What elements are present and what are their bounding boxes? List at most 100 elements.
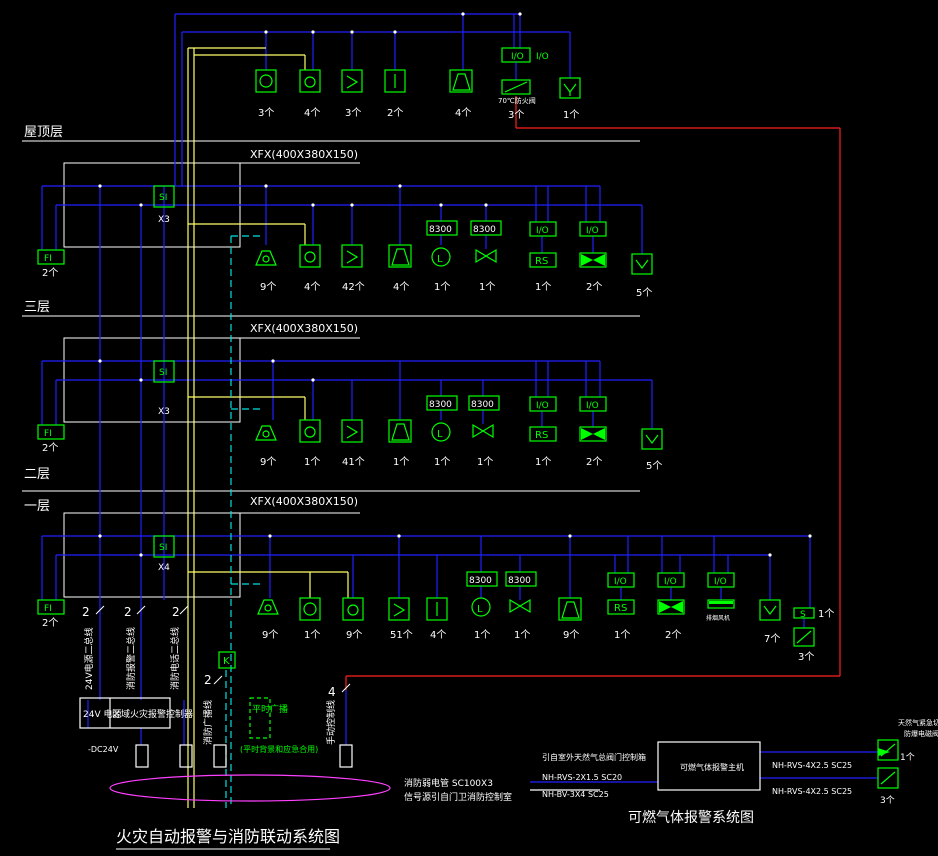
cable-label-2: 消防报警二总线 <box>125 627 137 690</box>
fi-label-2: FI <box>44 429 52 439</box>
count-2-5: 1个 <box>434 456 450 468</box>
count-1-2: 1个 <box>304 629 320 641</box>
rs-label-2: RS <box>535 430 548 441</box>
cable-label-5: 手动控制线 <box>325 700 337 745</box>
count-roof-1: 3个 <box>258 107 274 119</box>
junction-dots <box>98 12 812 557</box>
code-1b: 8300 <box>508 576 531 586</box>
count-1-6: 1个 <box>474 629 490 641</box>
level-l-3: L <box>437 254 443 265</box>
count-2-8: 2个 <box>586 456 602 468</box>
alarm-bus-wiring <box>41 13 878 783</box>
count-3-8: 2个 <box>586 281 602 293</box>
rs-label-3: RS <box>535 256 548 267</box>
box-tag-3: X3 <box>158 215 170 225</box>
io-label-1a: I/O <box>614 577 627 587</box>
broadcast-amp-label: 平时广播 <box>252 703 288 715</box>
count-1-12: 1个 <box>818 608 834 620</box>
si-label-1: SI <box>159 543 167 553</box>
count-2-4: 1个 <box>393 456 409 468</box>
floor-label-roof: 屋顶层 <box>24 125 63 140</box>
count-3-9: 5个 <box>636 287 652 299</box>
code-2b: 8300 <box>471 400 494 410</box>
io-label-3a: I/O <box>536 52 549 62</box>
count-3-6: 1个 <box>479 281 495 293</box>
fi-count-2: 2个 <box>42 442 58 454</box>
floor-label-third: 三层 <box>24 300 50 315</box>
count-1-1: 9个 <box>262 629 278 641</box>
io-label-2a: I/O <box>536 401 549 411</box>
count-1-7: 1个 <box>514 629 530 641</box>
count-3-7: 1个 <box>535 281 551 293</box>
fi-count-1: 2个 <box>42 617 58 629</box>
box-tag-2: X3 <box>158 407 170 417</box>
count-roof-5: 4个 <box>455 107 471 119</box>
roof-valve-label: 70℃防火阀 <box>498 96 536 105</box>
diagram-title: 火灾自动报警与消防联动系统图 <box>116 827 340 846</box>
count-roof-4: 2个 <box>387 107 403 119</box>
count-1-11: 7个 <box>764 633 780 645</box>
count-2-7: 1个 <box>535 456 551 468</box>
count-1-8: 9个 <box>563 629 579 641</box>
bus-count-1: 2 <box>82 605 90 619</box>
fi-count-3: 2个 <box>42 267 58 279</box>
si-label-2: SI <box>159 368 167 378</box>
fi-label-3: FI <box>44 254 52 264</box>
box-label-first: XFX(400X380X150) <box>250 495 358 508</box>
floor-lines <box>22 140 640 598</box>
conduit-label-1: 消防弱电管 SC100X3 <box>404 777 493 789</box>
fire-alarm-system-diagram: 屋顶层 三层 二层 一层 XFX(400X380X150) XFX(400X38… <box>22 12 938 850</box>
box-label-second: XFX(400X380X150) <box>250 322 358 335</box>
box-label-third: XFX(400X380X150) <box>250 148 358 161</box>
linkage-control-lines <box>187 47 349 808</box>
count-roof-7: 1个 <box>563 109 579 121</box>
gas-valve-count: 1个 <box>900 752 915 763</box>
gas-out-2: NH-RVS-4X2.5 SC25 <box>772 787 852 796</box>
gas-system-title: 可燃气体报警系统图 <box>628 809 754 826</box>
count-1-4: 51个 <box>390 629 413 641</box>
s-module-label: S <box>800 610 806 620</box>
count-1-5: 4个 <box>430 629 446 641</box>
gas-valve-control-line <box>345 96 841 690</box>
gas-valve-label-2: 防爆电磁阀 <box>904 729 938 738</box>
gas-lead-3: NH-BV-3X4 SC25 <box>542 790 609 799</box>
io-label-2b: I/O <box>586 401 599 411</box>
gas-lead-1: 引自室外天然气总阀门控制箱 <box>542 752 646 762</box>
count-3-2: 4个 <box>304 281 320 293</box>
count-roof-2: 4个 <box>304 107 320 119</box>
count-3-1: 9个 <box>260 281 276 293</box>
cad-drawing: 屋顶层 三层 二层 一层 XFX(400X380X150) XFX(400X38… <box>0 0 938 856</box>
bus-count-4: 2 <box>204 673 212 687</box>
count-2-2: 1个 <box>304 456 320 468</box>
count-3-3: 42个 <box>342 281 365 293</box>
bus-count-2: 2 <box>124 605 132 619</box>
count-1-3: 9个 <box>346 629 362 641</box>
gas-out-1: NH-RVS-4X2.5 SC25 <box>772 761 852 770</box>
device-symbols <box>37 47 899 789</box>
count-roof-3: 3个 <box>345 107 361 119</box>
fi-label-1: FI <box>44 604 52 614</box>
level-l-1: L <box>477 604 483 615</box>
box-tag-1: X4 <box>158 563 170 573</box>
conduit-label-2: 信号源引自门卫消防控制室 <box>404 791 512 803</box>
level-l-2: L <box>437 429 443 440</box>
bus-count-3: 2 <box>172 605 180 619</box>
fan-label: 排烟风机 <box>706 614 730 622</box>
io-label-3c: I/O <box>586 226 599 236</box>
broadcast-amp-note: (平时背景和应急合用) <box>240 744 318 754</box>
count-3-4: 4个 <box>393 281 409 293</box>
count-roof-6: 3个 <box>508 109 524 121</box>
count-2-1: 9个 <box>260 456 276 468</box>
count-1-13: 3个 <box>798 651 814 663</box>
filled-markers <box>581 254 890 756</box>
count-2-9: 5个 <box>646 460 662 472</box>
code-1a: 8300 <box>469 576 492 586</box>
bus-count-5: 4 <box>328 685 336 699</box>
count-1-9: 1个 <box>614 629 630 641</box>
count-3-5: 1个 <box>434 281 450 293</box>
gas-valve-label-1: 天然气紧急切断阀 <box>898 718 938 727</box>
area-controller-label: 区域火灾报警控制器 <box>112 708 193 720</box>
count-2-3: 41个 <box>342 456 365 468</box>
code-2a: 8300 <box>429 400 452 410</box>
dc-label: -DC24V <box>88 745 119 754</box>
